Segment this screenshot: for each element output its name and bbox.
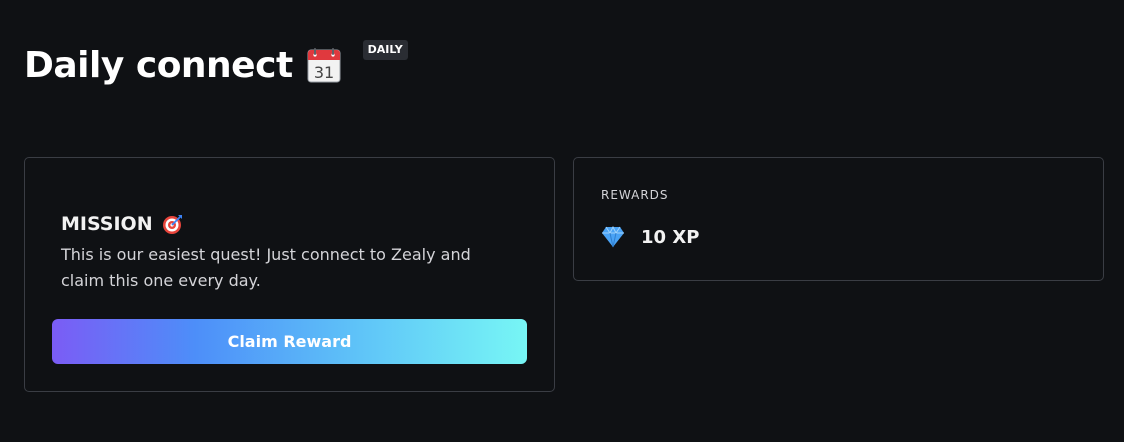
calendar-icon: 31 — [307, 47, 341, 83]
rewards-heading: REWARDS — [601, 188, 669, 202]
reward-value: 10 XP — [641, 226, 700, 248]
diamond-icon — [601, 225, 625, 248]
target-icon — [162, 214, 183, 235]
reward-row: 10 XP — [601, 225, 700, 248]
quest-header: Daily connect 31 DAILY — [24, 40, 408, 92]
rewards-card: REWARDS 10 XP — [573, 157, 1104, 281]
svg-text:31: 31 — [313, 63, 333, 82]
mission-card: MISSION This is our easiest quest! Just … — [24, 157, 555, 392]
mission-heading: MISSION — [61, 213, 183, 235]
page-title: Daily connect — [24, 45, 293, 86]
quest-page: Daily connect 31 DAILY MISSION This is o… — [0, 0, 1124, 442]
mission-heading-label: MISSION — [61, 213, 153, 235]
mission-description: This is our easiest quest! Just connect … — [61, 245, 471, 290]
claim-reward-button[interactable]: Claim Reward — [52, 319, 527, 364]
daily-badge: DAILY — [362, 40, 408, 60]
